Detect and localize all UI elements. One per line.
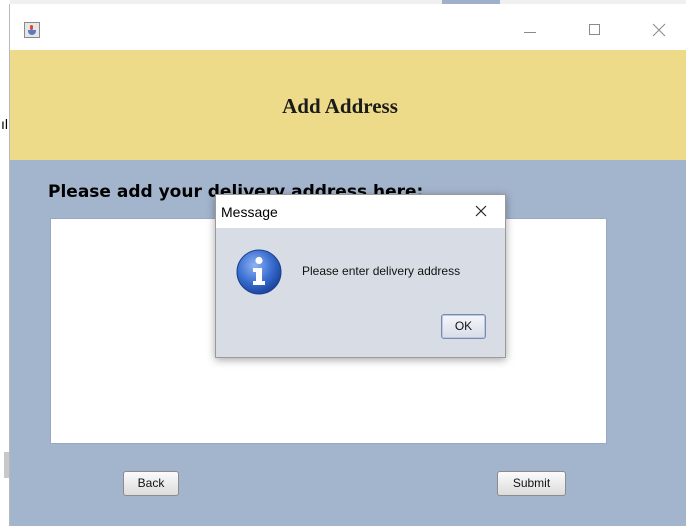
page-title: Add Address xyxy=(282,94,398,118)
submit-button[interactable]: Submit xyxy=(497,471,566,496)
back-button[interactable]: Back xyxy=(123,471,179,496)
dialog-title: Message xyxy=(221,204,278,220)
java-app-icon[interactable] xyxy=(24,22,40,38)
window-titlebar[interactable] xyxy=(10,4,686,50)
add-address-window: Add Address Please add your delivery add… xyxy=(9,4,686,526)
header-banner: Add Address xyxy=(10,50,686,160)
background-text: ıl xyxy=(1,116,8,132)
dialog-message: Please enter delivery address xyxy=(302,264,461,278)
close-icon[interactable] xyxy=(647,18,671,42)
minimize-icon[interactable] xyxy=(518,18,542,42)
message-dialog: Message Please enter delivery address OK xyxy=(215,194,506,358)
close-icon[interactable] xyxy=(473,203,489,219)
ok-button[interactable]: OK xyxy=(441,314,486,339)
maximize-icon[interactable] xyxy=(583,18,607,42)
info-icon xyxy=(235,248,283,296)
dialog-titlebar[interactable]: Message xyxy=(216,195,505,228)
